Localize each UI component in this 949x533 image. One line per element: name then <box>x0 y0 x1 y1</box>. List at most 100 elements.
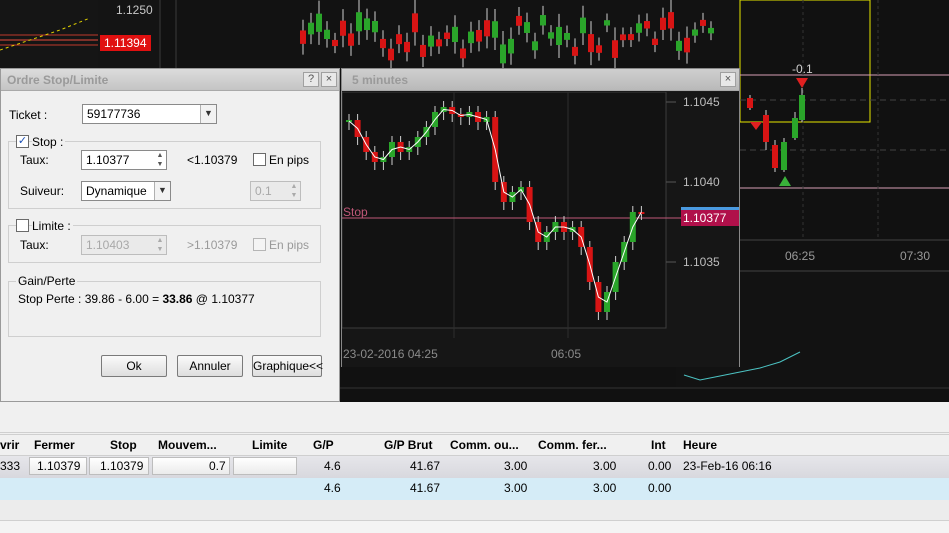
candle-up <box>540 15 546 26</box>
chart-date-label: 23-02-2016 04:25 <box>343 347 438 361</box>
candle-up <box>692 29 698 36</box>
trailing-value: Dynamique <box>86 184 147 198</box>
limit-rate-input[interactable]: 1.10403 ▲ ▼ <box>81 235 167 255</box>
candle-up <box>372 20 378 33</box>
spinner-arrows-icon[interactable]: ▲ ▼ <box>288 182 300 200</box>
bg-delta-label: -0.1 <box>792 62 813 76</box>
col-header-comm-open[interactable]: Comm. ou... <box>450 434 519 456</box>
candle-down <box>484 20 490 37</box>
candle-up <box>556 26 562 46</box>
candle-up <box>308 22 314 35</box>
chevron-down-icon[interactable]: ▼ <box>154 182 170 200</box>
cancel-button[interactable]: Annuler <box>177 355 243 377</box>
col-header-time[interactable]: Heure <box>683 434 717 456</box>
ticket-label: Ticket : <box>9 108 48 122</box>
price-axis-label: 1.1035 <box>683 255 720 269</box>
col-header-open[interactable]: vrir <box>0 434 24 456</box>
chevron-down-icon[interactable]: ▼ <box>200 105 216 123</box>
stop-limit-order-dialog[interactable]: Ordre Stop/Limite ? × Ticket : 59177736 … <box>0 68 340 402</box>
chart-time-label: 06:05 <box>551 347 582 361</box>
candle-up <box>799 95 805 120</box>
trailing-select[interactable]: Dynamique ▼ <box>81 181 171 201</box>
chart-window-5min[interactable]: 5 minutes × 1.1045 1.1040 1.1035 1.10377… <box>341 68 740 367</box>
candle-up <box>364 18 370 31</box>
chart-toggle-button[interactable]: Graphique<< <box>252 355 323 377</box>
spinner-arrows-icon[interactable]: ▲ ▼ <box>154 151 166 169</box>
candle-up <box>316 13 322 32</box>
limit-checkbox[interactable] <box>16 219 29 232</box>
candle-down <box>348 33 354 46</box>
candle-down <box>420 44 426 57</box>
candle-down <box>763 115 769 142</box>
candle-down <box>404 41 410 53</box>
candle-up <box>532 41 538 51</box>
close-icon[interactable]: × <box>720 72 736 87</box>
candle-down <box>700 19 706 26</box>
candle-up <box>564 32 570 40</box>
candle-up <box>452 26 458 43</box>
total-comm-open: 3.00 <box>504 481 528 495</box>
stop-rate-value: 1.10377 <box>86 153 130 167</box>
candle-down <box>412 13 418 33</box>
stop-pips-label: En pips <box>269 153 310 167</box>
cell-gp: 4.6 <box>324 459 341 473</box>
candle-down <box>644 21 650 29</box>
ticket-select[interactable]: 59177736 ▼ <box>82 104 217 124</box>
limit-pips-label: En pips <box>269 238 310 252</box>
col-header-int[interactable]: Int <box>651 434 666 456</box>
candle-up <box>324 29 330 40</box>
candle-down <box>620 34 626 41</box>
cell-time: 23-Feb-16 06:16 <box>683 459 772 473</box>
candle-up <box>524 22 530 33</box>
candle-up <box>492 21 498 38</box>
trailing-step-input[interactable]: 0.1 ▲ ▼ <box>250 181 301 201</box>
candle-up <box>708 27 714 34</box>
candle-down <box>660 17 666 30</box>
candle-up <box>676 40 682 51</box>
stop-checkbox[interactable]: ✓ <box>16 135 29 148</box>
candle-down <box>380 38 386 49</box>
col-header-comm-close[interactable]: Comm. fer... <box>538 434 607 456</box>
total-gp: 4.6 <box>324 481 341 495</box>
dialog-titlebar[interactable]: Ordre Stop/Limite ? × <box>1 69 339 91</box>
candle-up <box>792 118 798 138</box>
col-header-gp-brut[interactable]: G/P Brut <box>384 434 432 456</box>
close-icon[interactable]: × <box>321 72 337 87</box>
chart-window-titlebar[interactable]: 5 minutes × <box>342 69 739 91</box>
stop-label: Stop : <box>32 135 66 149</box>
chart-window-title: 5 minutes <box>352 73 409 87</box>
help-icon[interactable]: ? <box>303 72 319 87</box>
bg-price-badge: 1.11394 <box>100 35 151 51</box>
candle-up <box>508 38 514 54</box>
cell-comm-close: 3.00 <box>593 459 617 473</box>
cell-comm-open: 3.00 <box>504 459 528 473</box>
stop-rate-label: Taux: <box>20 153 49 167</box>
col-header-gp[interactable]: G/P <box>313 434 334 456</box>
spinner-arrows-icon[interactable]: ▲ ▼ <box>154 236 166 254</box>
cell-int: 0.00 <box>648 459 672 473</box>
candle-down <box>476 29 482 42</box>
col-header-stop[interactable]: Stop <box>110 434 137 456</box>
candle-up <box>428 35 434 47</box>
price-axis-label: 1.1040 <box>683 175 720 189</box>
stop-pips-checkbox[interactable] <box>253 153 266 166</box>
stop-rate-input[interactable]: 1.10377 ▲ ▼ <box>81 150 167 170</box>
candle-down <box>572 46 578 56</box>
cell-close: 1.10379 <box>37 459 81 473</box>
limit-rate-label: Taux: <box>20 238 49 252</box>
profit-loss-group <box>8 281 321 337</box>
candle-down <box>460 48 466 59</box>
col-header-close[interactable]: Fermer <box>34 434 75 456</box>
limit-pips-checkbox[interactable] <box>253 238 266 251</box>
col-header-limit[interactable]: Limite <box>252 434 287 456</box>
limit-rate-hint: >1.10379 <box>187 238 238 252</box>
candle-up <box>468 31 474 44</box>
col-header-move[interactable]: Mouvem... <box>158 434 217 456</box>
ok-button[interactable]: Ok <box>101 355 167 377</box>
candle-down <box>772 145 778 168</box>
candle-up <box>636 23 642 33</box>
candle-down <box>388 48 394 61</box>
limit-button[interactable] <box>233 457 297 475</box>
candle-up <box>500 44 506 64</box>
candle-up <box>580 17 586 34</box>
